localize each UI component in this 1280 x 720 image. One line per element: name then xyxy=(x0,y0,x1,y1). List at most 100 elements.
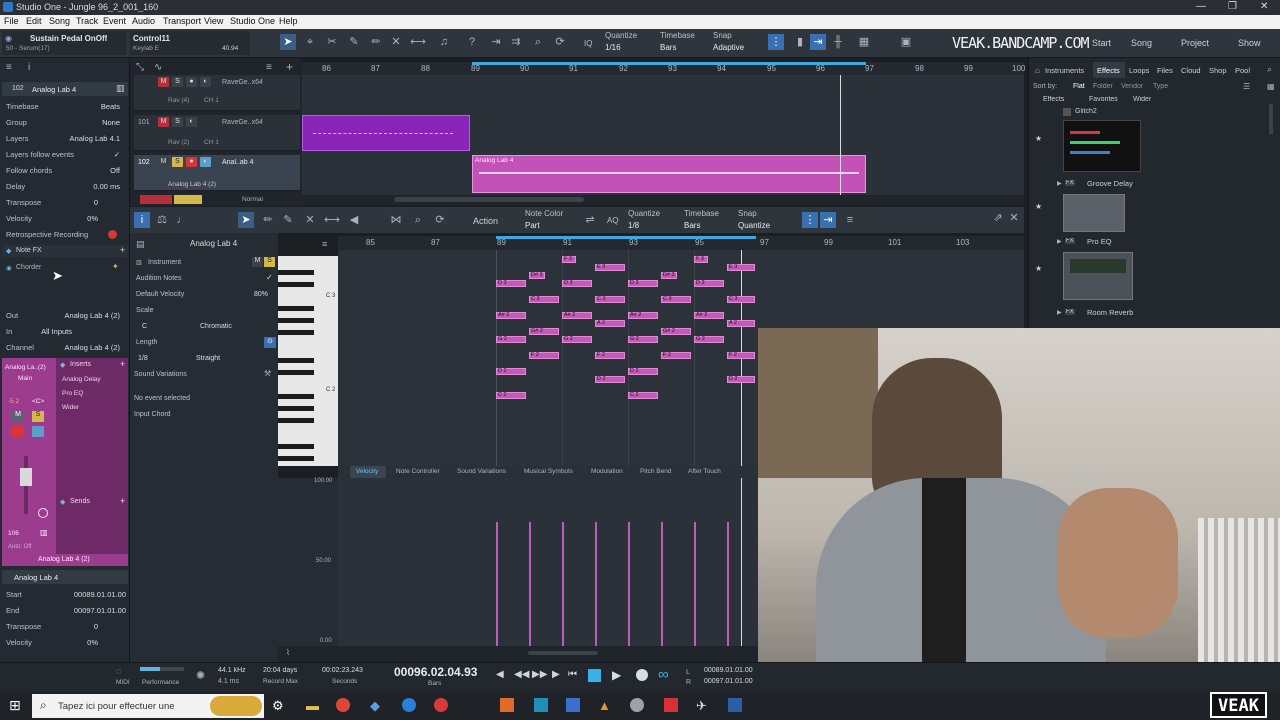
item-glitch2[interactable]: Glitch2 xyxy=(1075,108,1097,115)
black-key[interactable] xyxy=(278,394,314,399)
velocity-bar[interactable] xyxy=(496,522,498,646)
glitch2-thumbnail[interactable] xyxy=(1063,120,1141,172)
browser-tab-pool[interactable]: Pool xyxy=(1235,66,1250,75)
pro-eq-thumbnail[interactable] xyxy=(1063,252,1133,300)
editor-track-list-icon[interactable]: ≡ xyxy=(322,239,327,249)
zoom-icon[interactable]: ⌕ xyxy=(530,34,546,50)
automation-icon[interactable]: ▥ xyxy=(40,528,48,537)
midi-note[interactable]: A# 2 xyxy=(496,312,526,319)
arrange-timeline[interactable]: Analog Lab 4 xyxy=(302,75,1024,195)
event-velocity[interactable]: Velocity 0% xyxy=(4,636,128,650)
taskbar-search[interactable]: ⌕ Tapez ici pour effectuer une xyxy=(32,694,264,718)
inspector-layers-follow[interactable]: Layers follow events ✓ xyxy=(4,148,128,162)
editor-paint-tool-icon[interactable]: ✏ xyxy=(260,212,276,228)
arrange-ruler[interactable]: 86 87 88 89 90 91 92 93 94 95 96 97 98 9… xyxy=(302,62,1025,75)
arrow-tool-icon[interactable]: ➤ xyxy=(280,34,296,50)
note-fx-header[interactable]: ◆ Note FX + xyxy=(2,245,128,257)
editor-transform-icon[interactable]: ⋈ xyxy=(388,212,404,228)
midi-note[interactable]: G 2 xyxy=(496,336,526,343)
studio-one-taskbar-icon[interactable] xyxy=(664,698,678,712)
menu-event[interactable]: Event xyxy=(103,16,126,26)
chorder-edit-icon[interactable]: ✦ xyxy=(112,262,119,271)
inspector-transpose[interactable]: Transpose 0 xyxy=(4,196,128,210)
midi-note[interactable]: C 3 xyxy=(595,296,625,303)
midi-note[interactable]: C 3 xyxy=(529,296,559,303)
browser-tab-shop[interactable]: Shop xyxy=(1209,66,1227,75)
tab-note-controller[interactable]: Note Controller xyxy=(396,468,440,475)
power-icon[interactable]: ◉ xyxy=(6,264,12,272)
track-row-analog-lab[interactable]: 102 M S ● ◐ Anal..ab 4 Analog Lab 4 (2) xyxy=(134,155,300,191)
app-icon-circle[interactable] xyxy=(402,698,416,712)
record-icon[interactable] xyxy=(108,230,117,239)
snap-events-icon[interactable]: ⇥ xyxy=(810,34,826,50)
inspector-out[interactable]: Out Analog Lab 4 (2) xyxy=(4,309,128,323)
menu-song[interactable]: Song xyxy=(49,16,70,26)
menu-help[interactable]: Help xyxy=(279,16,298,26)
app-icon-blue[interactable]: ◆ xyxy=(370,698,380,714)
length-value[interactable]: 1/8 xyxy=(138,355,148,362)
track-channel[interactable]: CH 1 xyxy=(204,97,219,104)
inspector-velocity[interactable]: Velocity 0% xyxy=(4,212,128,226)
menu-transport[interactable]: Transport xyxy=(163,16,201,26)
velocity-bar[interactable] xyxy=(529,522,531,646)
midi-note[interactable]: C 2 xyxy=(496,392,526,399)
browser-tab-cloud[interactable]: Cloud xyxy=(1181,66,1201,75)
breadcrumb-effects[interactable]: Effects xyxy=(1043,96,1064,103)
midi-note[interactable]: D 2 xyxy=(496,368,526,375)
metronome-icon[interactable]: ✺ xyxy=(196,669,205,682)
sound-variations-tool-icon[interactable]: ⚒ xyxy=(264,369,271,378)
expand-arrow-icon[interactable]: ▶ xyxy=(1057,309,1062,316)
browser-tab-instruments[interactable]: Instruments xyxy=(1045,66,1084,75)
track-mute-button[interactable]: M xyxy=(158,77,169,87)
tab-after-touch[interactable]: After Touch xyxy=(688,468,721,475)
black-key[interactable] xyxy=(278,306,314,311)
note-color-value[interactable]: Part xyxy=(525,221,540,230)
midi-note[interactable]: D 3 xyxy=(628,280,658,287)
editor-horizontal-scrollbar[interactable] xyxy=(528,651,598,655)
paint-tool-icon[interactable]: ✏ xyxy=(368,34,384,50)
midi-note[interactable]: G 2 xyxy=(694,336,724,343)
editor-arrow-tool-icon[interactable]: ➤ xyxy=(238,212,254,228)
track-monitor-button[interactable]: ◐ xyxy=(200,157,211,167)
follow-icon[interactable]: ⇥ xyxy=(488,34,504,50)
midi-note[interactable]: C 3 xyxy=(727,296,755,303)
expand-arrow-icon[interactable]: ▶ xyxy=(1057,180,1062,187)
editor-loop-icon[interactable]: ⟳ xyxy=(432,212,448,228)
app-icon-bird[interactable]: ✈ xyxy=(696,698,707,714)
browser-scrollbar[interactable] xyxy=(1269,104,1273,134)
black-key[interactable] xyxy=(278,370,314,375)
track-mute-button[interactable]: M xyxy=(158,117,169,127)
midi-note[interactable]: F 2 xyxy=(529,352,559,359)
editor-aq-label[interactable]: AQ xyxy=(607,216,619,225)
snap-value[interactable]: Adaptive xyxy=(713,43,744,52)
editor-mute-button[interactable]: M xyxy=(252,257,263,267)
editor-grid-icon[interactable]: ≡ xyxy=(842,212,858,228)
black-key[interactable] xyxy=(278,330,314,335)
app-icon-gray[interactable] xyxy=(630,698,644,712)
midi-note[interactable]: E 3 xyxy=(727,264,755,271)
item-room-reverb[interactable]: Room Reverb xyxy=(1087,308,1133,317)
app-icon-active[interactable] xyxy=(728,698,742,712)
track-row-ravegen-a[interactable]: M S ● ◐ RaveGe..x64 Rav (4) CH 1 xyxy=(134,75,300,111)
midi-note[interactable]: A# 2 xyxy=(628,312,658,319)
footer-mode[interactable]: Normal xyxy=(242,196,263,203)
tab-sound-variations[interactable]: Sound Variations xyxy=(457,468,506,475)
midi-note[interactable]: A# 2 xyxy=(694,312,724,319)
editor-listen-tool-icon[interactable]: ◀ xyxy=(346,212,362,228)
eraser-tool-icon[interactable]: ✎ xyxy=(346,34,362,50)
track-mute-button[interactable]: M xyxy=(158,157,169,167)
monitor-button[interactable] xyxy=(32,426,44,437)
close-button[interactable]: ✕ xyxy=(1260,1,1268,12)
add-track-icon[interactable]: + xyxy=(286,60,293,74)
menu-file[interactable]: File xyxy=(4,16,19,26)
menu-icon[interactable]: ≡ xyxy=(6,62,12,73)
browser-list-icon[interactable]: ☰ xyxy=(1243,82,1250,91)
loop-start-value[interactable]: 00089.01.01.00 xyxy=(704,667,753,674)
add-send-icon[interactable]: + xyxy=(120,496,125,506)
app-icon-orange[interactable] xyxy=(500,698,514,712)
clip-analog-lab[interactable]: Analog Lab 4 xyxy=(472,155,866,193)
editor-ruler[interactable]: 85 87 89 91 93 95 97 99 101 103 xyxy=(338,236,1024,250)
inspector-follow-chords[interactable]: Follow chords Off xyxy=(4,164,128,178)
midi-note[interactable]: C 2 xyxy=(628,392,658,399)
stop-button[interactable] xyxy=(588,669,601,682)
